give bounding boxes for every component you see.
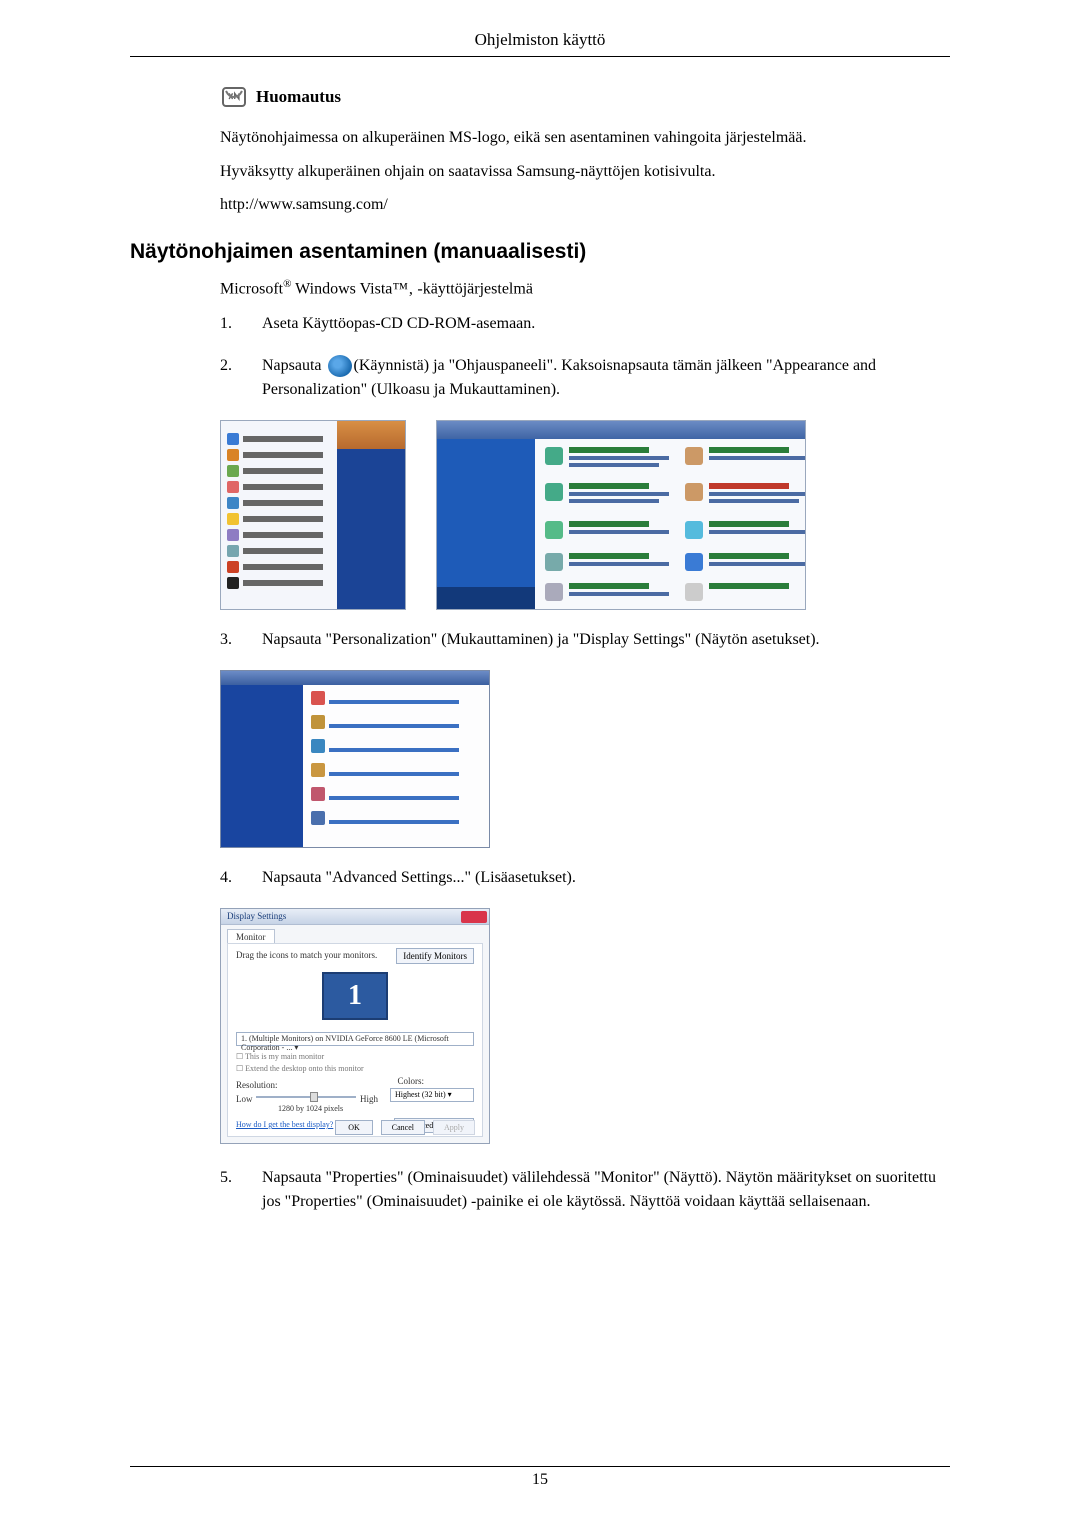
subtext-suffix: ‚ -käyttöjärjestelmä <box>408 280 533 297</box>
page-footer: 15 <box>130 1466 950 1489</box>
page-number: 15 <box>130 1471 950 1489</box>
step-5-number: 5. <box>220 1166 238 1214</box>
note-line-2: Hyväksytty alkuperäinen ohjain on saatav… <box>220 155 950 189</box>
checkbox-extend[interactable]: ☐ Extend the desktop onto this monitor <box>236 1064 364 1073</box>
step-1-number: 1. <box>220 312 238 336</box>
dialog-title: Display Settings <box>227 911 286 921</box>
subtext-prefix: Microsoft <box>220 280 283 297</box>
windows-start-icon <box>328 355 352 377</box>
colors-label: Colors: <box>397 1076 424 1086</box>
resolution-slider[interactable] <box>256 1092 356 1102</box>
step-2-screenshots <box>220 420 950 610</box>
step-2: 2. Napsauta (Käynnistä) ja "Ohjauspaneel… <box>220 354 950 402</box>
step-4: 4. Napsauta "Advanced Settings..." (Lisä… <box>220 866 950 890</box>
identify-monitors-button[interactable]: Identify Monitors <box>396 948 474 964</box>
step-3: 3. Napsauta "Personalization" (Mukauttam… <box>220 628 950 652</box>
apply-button: Apply <box>433 1120 475 1135</box>
step-5: 5. Napsauta "Properties" (Ominaisuudet) … <box>220 1166 950 1214</box>
step-4-number: 4. <box>220 866 238 890</box>
step-3-number: 3. <box>220 628 238 652</box>
note-header: Huomautus <box>220 85 950 109</box>
ok-button[interactable]: OK <box>335 1120 373 1135</box>
chk2-label: Extend the desktop onto this monitor <box>245 1064 363 1073</box>
screenshot-control-panel <box>436 420 806 610</box>
close-icon[interactable] <box>461 911 487 923</box>
note-block: Huomautus Näytönohjaimessa on alkuperäin… <box>220 85 950 222</box>
note-line-3: http://www.samsung.com/ <box>220 188 950 222</box>
step-1-text: Aseta Käyttöopas-CD CD-ROM-asemaan. <box>262 312 950 336</box>
note-title: Huomautus <box>256 87 341 107</box>
note-icon <box>220 85 248 109</box>
low-label: Low <box>236 1094 253 1104</box>
subtext-mid: Windows Vista™ <box>291 280 408 297</box>
monitor-select[interactable]: 1. (Multiple Monitors) on NVIDIA GeForce… <box>236 1032 474 1046</box>
step-4-text: Napsauta "Advanced Settings..." (Lisäase… <box>262 866 950 890</box>
monitor-thumbnail[interactable]: 1 <box>322 972 388 1020</box>
resolution-label: Resolution: <box>236 1080 278 1090</box>
chk1-label: This is my main monitor <box>245 1052 324 1061</box>
screenshot-start-menu <box>220 420 406 610</box>
checkbox-main-monitor[interactable]: ☐ This is my main monitor <box>236 1052 324 1061</box>
footer-rule <box>130 1466 950 1467</box>
step-2-post: (Käynnistä) ja "Ohjauspaneeli". Kaksoisn… <box>262 357 876 398</box>
high-label: High <box>360 1094 378 1104</box>
step-3-text: Napsauta "Personalization" (Mukauttamine… <box>262 628 950 652</box>
step-1: 1. Aseta Käyttöopas-CD CD-ROM-asemaan. <box>220 312 950 336</box>
resolution-value: 1280 by 1024 pixels <box>278 1104 343 1113</box>
section-heading: Näytönohjaimen asentaminen (manuaalisest… <box>130 240 950 264</box>
header-rule <box>130 56 950 57</box>
step-5-text: Napsauta "Properties" (Ominaisuudet) väl… <box>262 1166 950 1214</box>
page-header-title: Ohjelmiston käyttö <box>130 30 950 50</box>
steps-list: 1. Aseta Käyttöopas-CD CD-ROM-asemaan. 2… <box>220 312 950 1214</box>
step-2-pre: Napsauta <box>262 357 326 374</box>
screenshot-display-settings: Display Settings Monitor Drag the icons … <box>220 908 490 1144</box>
drag-label: Drag the icons to match your monitors. <box>236 950 377 960</box>
colors-select[interactable]: Highest (32 bit) ▾ <box>390 1088 474 1102</box>
tab-monitor[interactable]: Monitor <box>227 929 275 944</box>
step-2-number: 2. <box>220 354 238 402</box>
help-link[interactable]: How do I get the best display? <box>236 1120 333 1129</box>
note-line-1: Näytönohjaimessa on alkuperäinen MS-logo… <box>220 121 950 155</box>
note-text: Näytönohjaimessa on alkuperäinen MS-logo… <box>220 121 950 222</box>
step-2-text: Napsauta (Käynnistä) ja "Ohjauspaneeli".… <box>262 354 950 402</box>
section-subtext: Microsoft® Windows Vista™‚ -käyttöjärjes… <box>220 278 950 298</box>
cancel-button[interactable]: Cancel <box>381 1120 425 1135</box>
screenshot-personalization <box>220 670 490 848</box>
